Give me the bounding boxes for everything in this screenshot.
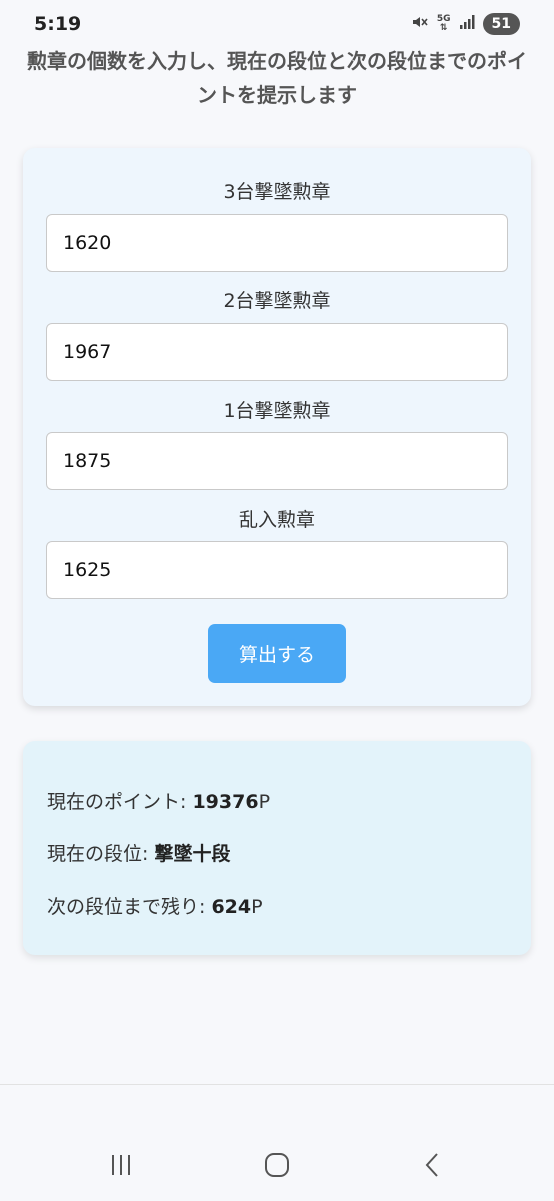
status-icons: 5G ⇅ 51	[411, 13, 520, 35]
input-intrusion-medals[interactable]	[46, 541, 508, 599]
result-current-rank: 現在の段位: 撃墜十段	[47, 843, 231, 865]
input-1kill-medals[interactable]	[46, 432, 508, 490]
back-icon	[422, 1152, 442, 1182]
home-button[interactable]	[257, 1151, 297, 1183]
mute-icon	[411, 13, 429, 35]
signal-icon	[459, 14, 475, 34]
result-card: 現在のポイント: 19376P 現在の段位: 撃墜十段 次の段位まで残り: 62…	[23, 741, 531, 955]
recents-button[interactable]	[101, 1151, 141, 1183]
field-label-1kill: 1台撃墜勲章	[223, 400, 331, 422]
result-next-rank: 次の段位まで残り: 624P	[47, 896, 263, 918]
field-label-intrusion: 乱入勲章	[238, 509, 315, 531]
next-rank-remaining-value: 624	[211, 896, 252, 918]
field-label-2kill: 2台撃墜勲章	[223, 290, 331, 312]
current-points-value: 19376	[192, 791, 259, 813]
recents-icon	[108, 1153, 134, 1181]
back-button[interactable]	[412, 1151, 452, 1183]
result-current-points: 現在のポイント: 19376P	[47, 791, 271, 813]
calculate-button[interactable]: 算出する	[208, 624, 346, 683]
system-nav-bar	[0, 1084, 554, 1201]
input-2kill-medals[interactable]	[46, 323, 508, 381]
battery-indicator: 51	[482, 13, 520, 35]
input-form-card: 3台撃墜勲章 2台撃墜勲章 1台撃墜勲章 乱入勲章 算出する	[23, 148, 531, 706]
status-time: 5:19	[34, 13, 82, 35]
current-rank-value: 撃墜十段	[154, 843, 231, 865]
status-bar: 5:19 5G ⇅ 51	[0, 0, 554, 48]
field-label-3kill: 3台撃墜勲章	[223, 181, 331, 203]
page-title: 勲章の個数を入力し、現在の段位と次の段位までのポイントを提示します	[27, 49, 527, 107]
home-icon	[264, 1152, 290, 1182]
input-3kill-medals[interactable]	[46, 214, 508, 272]
network-type: 5G ⇅	[436, 14, 451, 33]
